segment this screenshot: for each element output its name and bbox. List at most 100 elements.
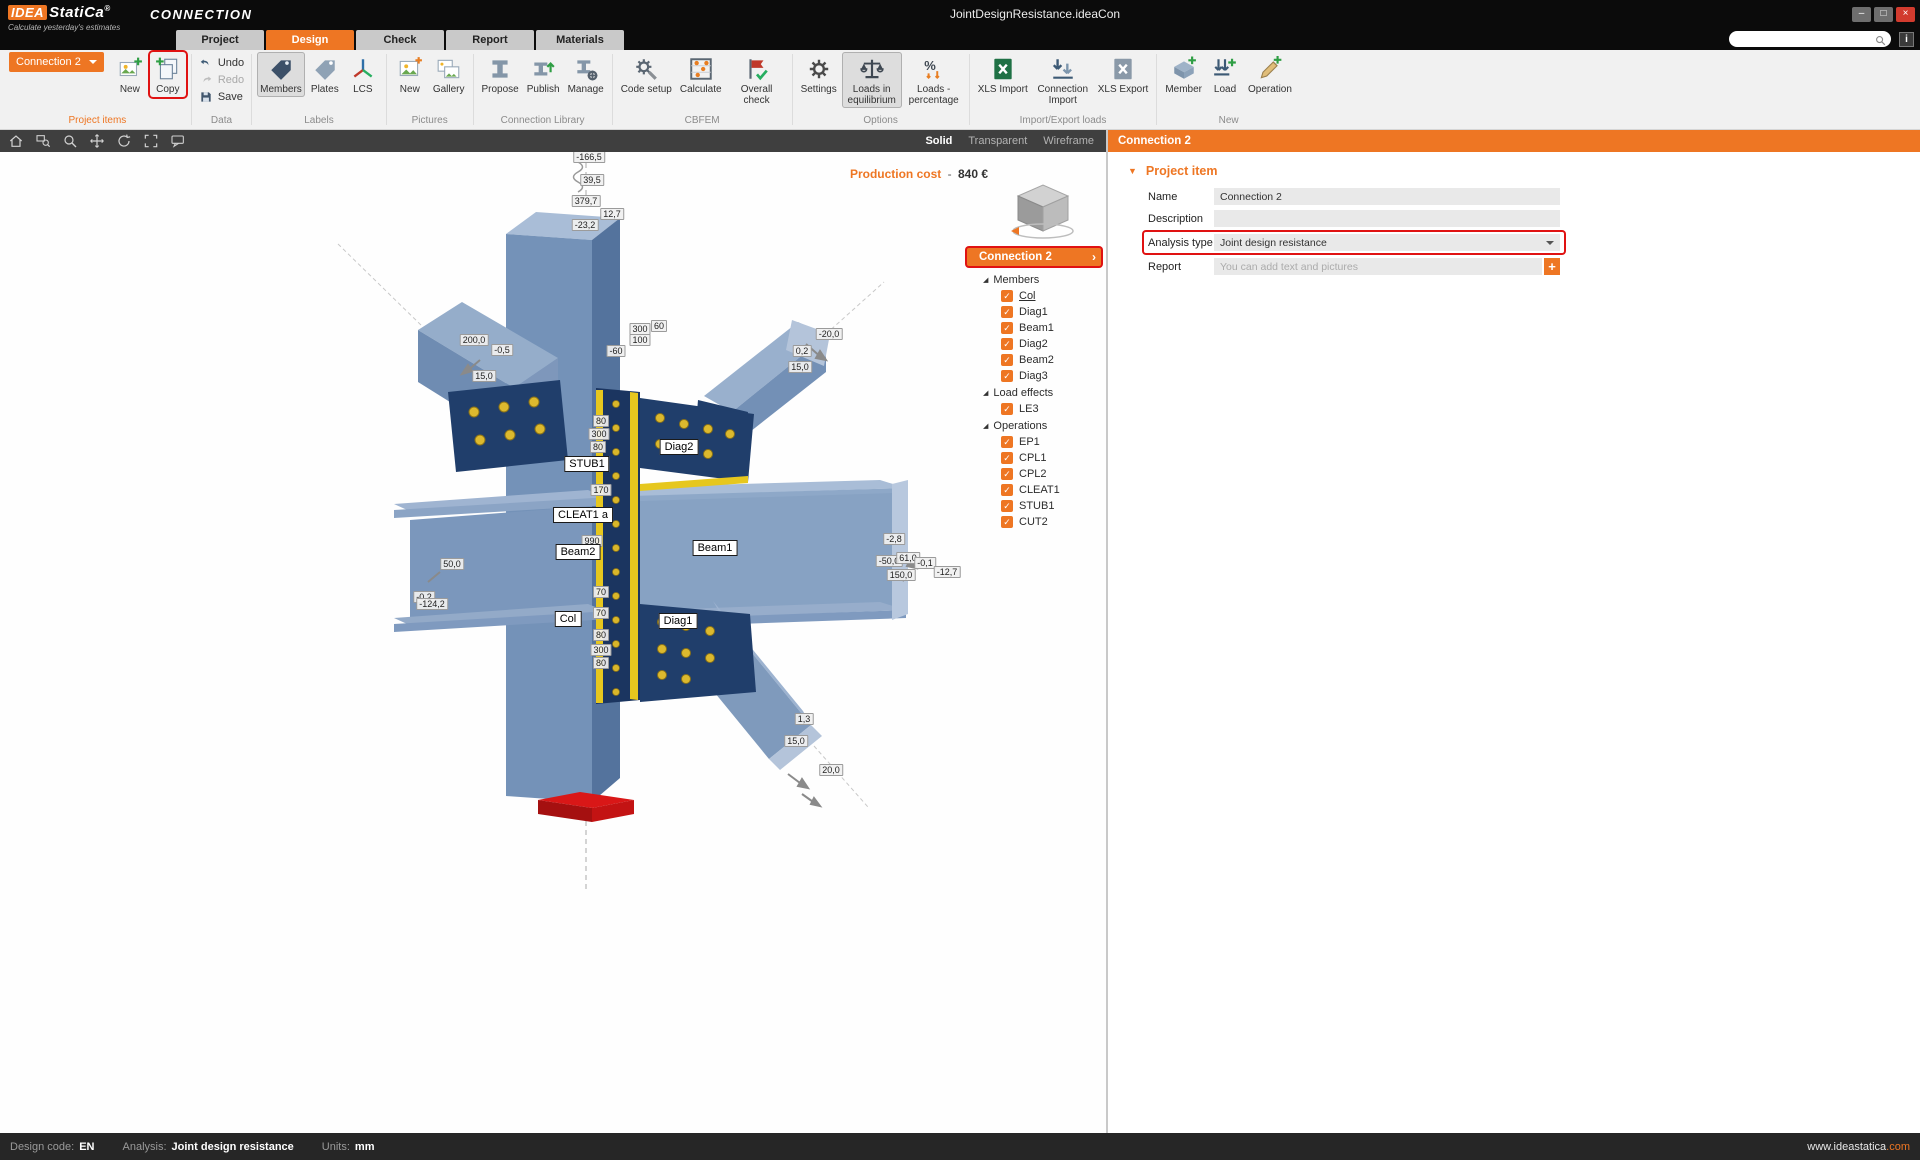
pan-icon[interactable]: [89, 133, 105, 149]
tree-item-cut2[interactable]: ✓CUT2: [967, 514, 1101, 530]
tab-project[interactable]: Project: [176, 30, 264, 50]
tree-item-beam2[interactable]: ✓Beam2: [967, 352, 1101, 368]
ribbon-button-members[interactable]: Members: [257, 52, 305, 97]
model-3d[interactable]: [0, 152, 1106, 1133]
checkbox-icon[interactable]: ✓: [1001, 306, 1013, 318]
plates-icon: [312, 56, 338, 82]
search-input[interactable]: [1729, 32, 1869, 46]
checkbox-icon[interactable]: ✓: [1001, 322, 1013, 334]
tree-item-beam1[interactable]: ✓Beam1: [967, 320, 1101, 336]
zoom-icon[interactable]: [62, 133, 78, 149]
website-link[interactable]: www.ideastatica.com: [1807, 1141, 1910, 1153]
ribbon-button-lcs[interactable]: LCS: [345, 52, 381, 97]
ribbon-button-copy[interactable]: Copy: [150, 52, 186, 97]
field-analysis-type-select[interactable]: Joint design resistance: [1214, 234, 1560, 251]
tree-root-connection[interactable]: Connection 2 ›: [967, 248, 1101, 266]
tree-item-diag3[interactable]: ✓Diag3: [967, 368, 1101, 384]
ribbon-button-plates[interactable]: Plates: [307, 52, 343, 97]
annotate-icon[interactable]: [170, 133, 186, 149]
equilibrium-icon: [859, 56, 885, 82]
tree-item-diag1[interactable]: ✓Diag1: [967, 304, 1101, 320]
ribbon-button-loads-percentage[interactable]: %Loads - percentage: [904, 52, 964, 108]
checkbox-icon[interactable]: ✓: [1001, 436, 1013, 448]
ribbon-button-undo[interactable]: Undo: [197, 55, 246, 71]
view-cube[interactable]: [1006, 176, 1080, 240]
minimize-button[interactable]: –: [1852, 7, 1871, 22]
ribbon-button-gallery[interactable]: Gallery: [430, 52, 468, 97]
checkbox-icon[interactable]: ✓: [1001, 403, 1013, 415]
ribbon-button-new[interactable]: New: [392, 52, 428, 97]
tree-group-members[interactable]: ◢Members: [967, 271, 1101, 288]
tree-item-cpl1[interactable]: ✓CPL1: [967, 450, 1101, 466]
ribbon-button-manage[interactable]: Manage: [565, 52, 607, 97]
checkbox-icon[interactable]: ✓: [1001, 338, 1013, 350]
tab-report[interactable]: Report: [446, 30, 534, 50]
info-button[interactable]: i: [1899, 32, 1914, 47]
dim-label-166-5: -166,5: [573, 152, 605, 163]
tree-item-diag2[interactable]: ✓Diag2: [967, 336, 1101, 352]
ribbon-button-settings[interactable]: Settings: [798, 52, 840, 97]
tree-group-load-effects[interactable]: ◢Load effects: [967, 384, 1101, 401]
tree-item-ep1[interactable]: ✓EP1: [967, 434, 1101, 450]
member-label-beam2[interactable]: Beam2: [556, 544, 601, 560]
tree-item-cpl2[interactable]: ✓CPL2: [967, 466, 1101, 482]
ribbon-button-loads-in-equilibrium[interactable]: Loads in equilibrium: [842, 52, 902, 108]
checkbox-icon[interactable]: ✓: [1001, 370, 1013, 382]
ribbon-button-xls-export[interactable]: XLS Export: [1095, 52, 1152, 97]
ribbon-button-overall-check[interactable]: Overall check: [727, 52, 787, 108]
tree-item-cleat1[interactable]: ✓CLEAT1: [967, 482, 1101, 498]
ribbon-button-code-setup[interactable]: Code setup: [618, 52, 675, 97]
add-report-button[interactable]: +: [1544, 258, 1560, 275]
tree-item-col[interactable]: ✓Col: [967, 288, 1101, 304]
ribbon-button-publish[interactable]: Publish: [524, 52, 563, 97]
member-label-beam1[interactable]: Beam1: [693, 540, 738, 556]
checkbox-icon[interactable]: ✓: [1001, 452, 1013, 464]
view-mode-solid[interactable]: Solid: [925, 135, 952, 147]
field-report-input[interactable]: You can add text and pictures: [1214, 258, 1542, 275]
ribbon-button-propose[interactable]: Propose: [479, 52, 522, 97]
tree-item-stub1[interactable]: ✓STUB1: [967, 498, 1101, 514]
viewport-3d[interactable]: Production cost - 840 € -166,539,5379,71…: [0, 152, 1106, 1133]
search-box[interactable]: [1729, 31, 1891, 47]
checkbox-icon[interactable]: ✓: [1001, 484, 1013, 496]
close-button[interactable]: ×: [1896, 7, 1915, 22]
member-label-stub1[interactable]: STUB1: [564, 456, 609, 472]
dim-label-1-3: 1,3: [795, 713, 814, 725]
checkbox-icon[interactable]: ✓: [1001, 468, 1013, 480]
connection-selector-dropdown[interactable]: Connection 2: [9, 52, 104, 72]
checkbox-icon[interactable]: ✓: [1001, 516, 1013, 528]
section-project-item[interactable]: ▼ Project item: [1128, 164, 1920, 178]
ribbon-button-load[interactable]: Load: [1207, 52, 1243, 97]
zoom-window-icon[interactable]: [35, 133, 51, 149]
tab-design[interactable]: Design: [266, 30, 354, 50]
ribbon-button-operation[interactable]: Operation: [1245, 52, 1295, 97]
view-mode-wireframe[interactable]: Wireframe: [1043, 135, 1094, 147]
member-label-col[interactable]: Col: [555, 611, 582, 627]
fit-view-icon[interactable]: [143, 133, 159, 149]
tab-materials[interactable]: Materials: [536, 30, 624, 50]
ribbon-button-new[interactable]: New: [112, 52, 148, 97]
ribbon-button-xls-import[interactable]: XLS Import: [975, 52, 1031, 97]
ribbon-button-member[interactable]: Member: [1162, 52, 1205, 97]
ribbon-button-calculate[interactable]: Calculate: [677, 52, 725, 97]
ribbon-button-save[interactable]: Save: [197, 89, 245, 105]
home-icon[interactable]: [8, 133, 24, 149]
member-label-cleat1-a[interactable]: CLEAT1 a: [553, 507, 613, 523]
member-label-diag1[interactable]: Diag1: [659, 613, 698, 629]
tab-check[interactable]: Check: [356, 30, 444, 50]
rotate-icon[interactable]: [116, 133, 132, 149]
dim-label-200-0: 200,0: [460, 334, 489, 346]
ribbon-button-connection-import[interactable]: Connection Import: [1033, 52, 1093, 108]
field-name-input[interactable]: Connection 2: [1214, 188, 1560, 205]
tree-group-operations[interactable]: ◢Operations: [967, 417, 1101, 434]
ribbon-button-redo[interactable]: Redo: [197, 72, 246, 88]
maximize-button[interactable]: □: [1874, 7, 1893, 22]
tree-item-le3[interactable]: ✓LE3: [967, 401, 1101, 417]
checkbox-icon[interactable]: ✓: [1001, 290, 1013, 302]
field-description-input[interactable]: [1214, 210, 1560, 227]
member-label-diag2[interactable]: Diag2: [660, 439, 699, 455]
view-mode-transparent[interactable]: Transparent: [968, 135, 1027, 147]
picture-new-icon: [397, 56, 423, 82]
checkbox-icon[interactable]: ✓: [1001, 500, 1013, 512]
checkbox-icon[interactable]: ✓: [1001, 354, 1013, 366]
